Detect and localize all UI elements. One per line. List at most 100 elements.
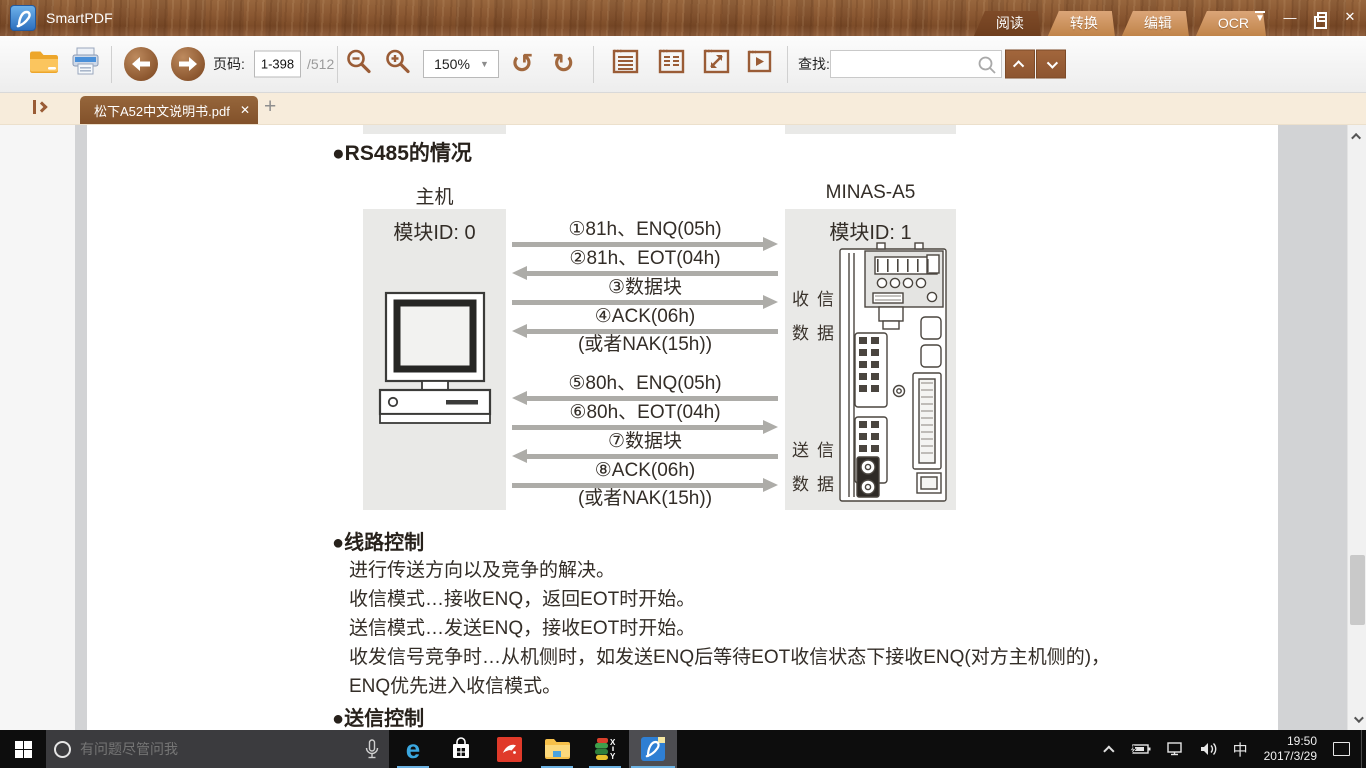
find-input[interactable] <box>835 51 975 77</box>
servo-drive-illustration <box>837 241 951 507</box>
edge-icon: e <box>406 736 420 762</box>
arrow-right-icon <box>512 482 778 489</box>
red-app-icon <box>497 737 522 762</box>
document-viewport[interactable]: ●RS485的情况 主机 MINAS-A5 模块ID: 0 <box>75 125 1347 730</box>
slideshow-button[interactable] <box>745 47 774 81</box>
ribbon-tab-read[interactable]: 阅读 <box>974 11 1041 36</box>
slideshow-play-icon <box>745 47 774 76</box>
chevron-up-icon <box>1103 745 1114 756</box>
taskbar-app-converter[interactable]: X Y <box>581 730 629 768</box>
rotate-left-button[interactable]: ↺ <box>511 51 534 78</box>
next-page-button[interactable] <box>171 47 205 81</box>
single-page-view-button[interactable] <box>611 47 640 81</box>
close-button[interactable]: ✕ <box>1342 9 1358 25</box>
app-title: SmartPDF <box>46 10 113 26</box>
page-number-input[interactable] <box>254 51 301 78</box>
tray-overflow-button[interactable] <box>1100 730 1122 768</box>
label-char: 收 <box>792 285 810 310</box>
two-page-view-button[interactable] <box>657 47 686 81</box>
host-module-id: 模块ID: 0 <box>363 216 506 245</box>
ime-indicator[interactable]: 中 <box>1226 730 1255 768</box>
ribbon-tab-convert[interactable]: 转换 <box>1048 11 1115 36</box>
network-status-icon[interactable] <box>1158 730 1192 768</box>
volume-icon[interactable] <box>1192 730 1226 768</box>
taskbar-app-edge[interactable]: e <box>389 730 437 768</box>
open-file-button[interactable] <box>28 48 60 80</box>
previous-diagram-fragment <box>785 125 956 134</box>
body-line: 收发信号竞争时…从机侧时，如发送ENQ后等待EOT收信状态下接收ENQ(对方主机… <box>349 643 1110 672</box>
fullscreen-icon <box>702 47 731 76</box>
receive-data-label: 收 信 数 据 <box>792 285 835 344</box>
chevron-down-icon <box>1354 713 1364 723</box>
print-button[interactable] <box>70 47 101 81</box>
pdf-reader-icon <box>640 736 666 762</box>
zoom-level-select[interactable]: 150% ▼ <box>423 50 499 78</box>
page-number-label: 页码: <box>213 54 245 74</box>
show-desktop-button[interactable] <box>1361 730 1366 768</box>
find-previous-button[interactable] <box>1005 50 1035 79</box>
find-label: 查找: <box>798 54 830 74</box>
line-control-text: 进行传送方向以及竞争的解决。 收信模式…接收ENQ，返回EOT时开始。 送信模式… <box>349 556 1110 701</box>
app-menu-button[interactable]: ▼ <box>1252 9 1268 25</box>
host-box: 模块ID: 0 <box>363 209 506 510</box>
clock-date: 2017/3/29 <box>1264 749 1317 764</box>
cortana-search-box[interactable] <box>46 730 389 768</box>
title-bar: SmartPDF 阅读 转换 编辑 OCR ▼ — ✕ <box>0 0 1366 36</box>
computer-illustration <box>378 291 492 425</box>
restore-button[interactable] <box>1312 9 1328 25</box>
scroll-down-button[interactable] <box>1348 710 1366 728</box>
arrow-left-icon <box>512 270 778 277</box>
tab-close-button[interactable]: ✕ <box>232 103 250 117</box>
new-tab-button[interactable]: + <box>264 95 276 119</box>
taskbar-app-file-explorer[interactable] <box>533 730 581 768</box>
main-toolbar: 页码: /512 150% ▼ ↺ ↻ <box>0 36 1366 93</box>
pdf-swirl-icon <box>12 7 36 31</box>
cortana-icon <box>54 741 71 758</box>
restore-icon <box>1317 12 1327 22</box>
single-page-view-icon <box>611 47 640 76</box>
battery-status-icon[interactable] <box>1122 730 1158 768</box>
message-row: ①81h、ENQ(05h) <box>512 219 778 248</box>
zoom-level-value: 150% <box>424 56 480 72</box>
taskbar-clock[interactable]: 19:50 2017/3/29 <box>1255 734 1326 764</box>
previous-diagram-fragment <box>363 125 506 134</box>
find-input-wrap <box>830 50 1002 78</box>
taskbar-app-store[interactable] <box>437 730 485 768</box>
chevron-up-icon <box>1351 132 1361 142</box>
scroll-up-button[interactable] <box>1348 127 1366 145</box>
taskbar-app-red-editor[interactable] <box>485 730 533 768</box>
zoom-out-button[interactable] <box>345 48 373 81</box>
action-center-button[interactable] <box>1326 730 1357 768</box>
search-icon <box>977 55 997 75</box>
send-data-label: 送 信 数 据 <box>792 436 835 495</box>
message-row: ⑤80h、ENQ(05h) <box>512 373 778 402</box>
rotate-right-button[interactable]: ↻ <box>552 51 575 78</box>
windows-taskbar: e <box>0 730 1366 768</box>
ribbon-tab-bar: 阅读 转换 编辑 OCR <box>967 11 1266 36</box>
taskbar-search-input[interactable] <box>80 741 365 757</box>
message-row: ⑦数据块 <box>512 431 778 460</box>
body-line: ENQ优先进入收信模式。 <box>349 672 1110 701</box>
minimize-button[interactable]: — <box>1282 9 1298 25</box>
document-tab-title: 松下A52中文说明书.pdf <box>94 101 232 120</box>
section-heading-line-control: ●线路控制 <box>332 526 424 555</box>
scrollbar-thumb[interactable] <box>1350 555 1365 625</box>
find-next-button[interactable] <box>1036 50 1066 79</box>
zoom-in-button[interactable] <box>384 48 412 81</box>
message-note: (或者NAK(15h)) <box>512 335 778 357</box>
ribbon-tab-edit[interactable]: 编辑 <box>1122 11 1189 36</box>
message-row: ②81h、EOT(04h) <box>512 248 778 277</box>
start-button[interactable] <box>0 730 46 768</box>
arrow-right-icon <box>512 299 778 306</box>
folder-icon <box>28 48 60 75</box>
label-char: 送 <box>792 436 810 461</box>
previous-page-button[interactable] <box>124 47 158 81</box>
sidebar-toggle-button[interactable] <box>33 100 46 114</box>
fullscreen-button[interactable] <box>702 47 731 81</box>
vertical-scrollbar[interactable] <box>1347 125 1366 730</box>
toolbar-separator <box>337 46 338 83</box>
arrow-left-icon <box>512 453 778 460</box>
document-tab[interactable]: 松下A52中文说明书.pdf ✕ <box>80 96 258 124</box>
microphone-icon <box>365 739 379 760</box>
taskbar-app-smartpdf[interactable] <box>629 730 677 768</box>
